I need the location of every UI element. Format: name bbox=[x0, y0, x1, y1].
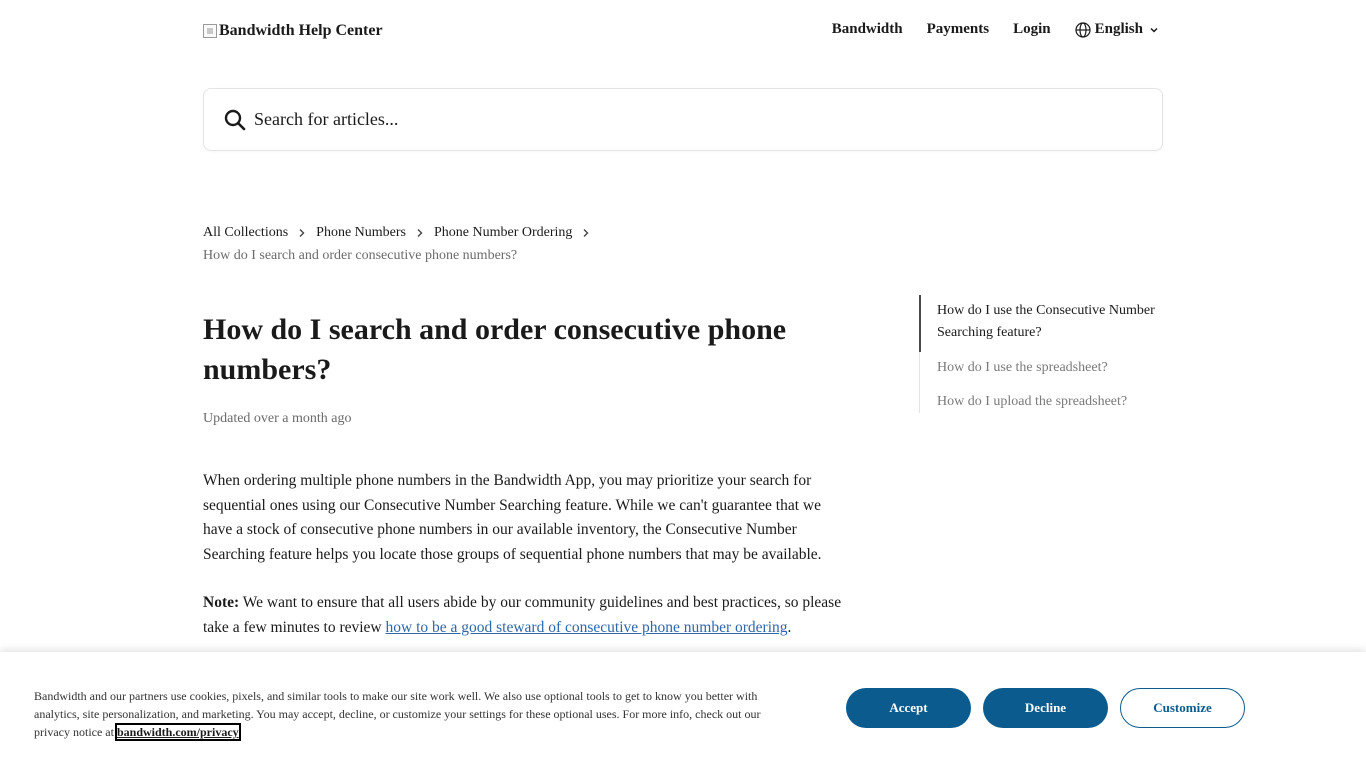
breadcrumb-current: How do I search and order consecutive ph… bbox=[203, 248, 518, 263]
chevron-right-icon bbox=[582, 228, 590, 238]
toc-item-use-spreadsheet[interactable]: How do I use the spreadsheet? bbox=[920, 357, 1163, 379]
note-end: . bbox=[787, 618, 792, 636]
broken-image-icon bbox=[203, 24, 217, 38]
note-label: Note: bbox=[203, 594, 240, 612]
table-of-contents: How do I use the Consecutive Number Sear… bbox=[919, 295, 1163, 413]
chevron-right-icon bbox=[298, 228, 306, 238]
article-updated: Updated over a month ago bbox=[203, 411, 352, 426]
toc-item-consecutive-number-searching[interactable]: How do I use the Consecutive Number Sear… bbox=[919, 295, 1163, 352]
article-intro: When ordering multiple phone numbers in … bbox=[203, 472, 822, 563]
article-body: When ordering multiple phone numbers in … bbox=[203, 469, 843, 665]
breadcrumb-all-collections[interactable]: All Collections bbox=[203, 225, 288, 241]
nav-link-bandwidth[interactable]: Bandwidth bbox=[832, 21, 903, 38]
chevron-down-icon bbox=[1150, 27, 1158, 33]
breadcrumb: All Collections Phone Numbers Phone Numb… bbox=[203, 225, 600, 241]
search-icon bbox=[224, 109, 246, 130]
breadcrumb-phone-numbers[interactable]: Phone Numbers bbox=[316, 225, 406, 241]
chevron-right-icon bbox=[416, 228, 424, 238]
article-title: How do I search and order consecutive ph… bbox=[203, 313, 787, 386]
site-header: Bandwidth Help Center Bandwidth Payments… bbox=[203, 18, 1163, 46]
cookie-text: Bandwidth and our partners use cookies, … bbox=[34, 687, 764, 742]
nav-link-login[interactable]: Login bbox=[1013, 21, 1051, 38]
top-nav: Bandwidth Payments Login English bbox=[808, 21, 1163, 38]
steward-guidelines-link[interactable]: how to be a good steward of consecutive … bbox=[386, 619, 788, 636]
site-logo[interactable]: Bandwidth Help Center bbox=[203, 22, 383, 40]
toc-item-upload-spreadsheet[interactable]: How do I upload the spreadsheet? bbox=[920, 391, 1163, 413]
privacy-link[interactable]: bandwidth.com/privacy bbox=[114, 723, 241, 742]
search-bar bbox=[203, 88, 1163, 151]
globe-icon bbox=[1075, 21, 1091, 38]
search-input[interactable] bbox=[254, 109, 1054, 130]
nav-link-payments[interactable]: Payments bbox=[927, 21, 990, 38]
customize-button[interactable]: Customize bbox=[1120, 688, 1245, 728]
breadcrumb-phone-number-ordering[interactable]: Phone Number Ordering bbox=[434, 225, 572, 241]
decline-button[interactable]: Decline bbox=[983, 688, 1108, 728]
language-label: English bbox=[1094, 21, 1143, 37]
article-note: Note: We want to ensure that all users a… bbox=[203, 591, 843, 640]
language-selector[interactable]: English bbox=[1075, 21, 1163, 38]
accept-button[interactable]: Accept bbox=[846, 688, 971, 728]
logo-text: Bandwidth Help Center bbox=[219, 22, 383, 39]
cookie-banner: Bandwidth and our partners use cookies, … bbox=[0, 652, 1366, 768]
